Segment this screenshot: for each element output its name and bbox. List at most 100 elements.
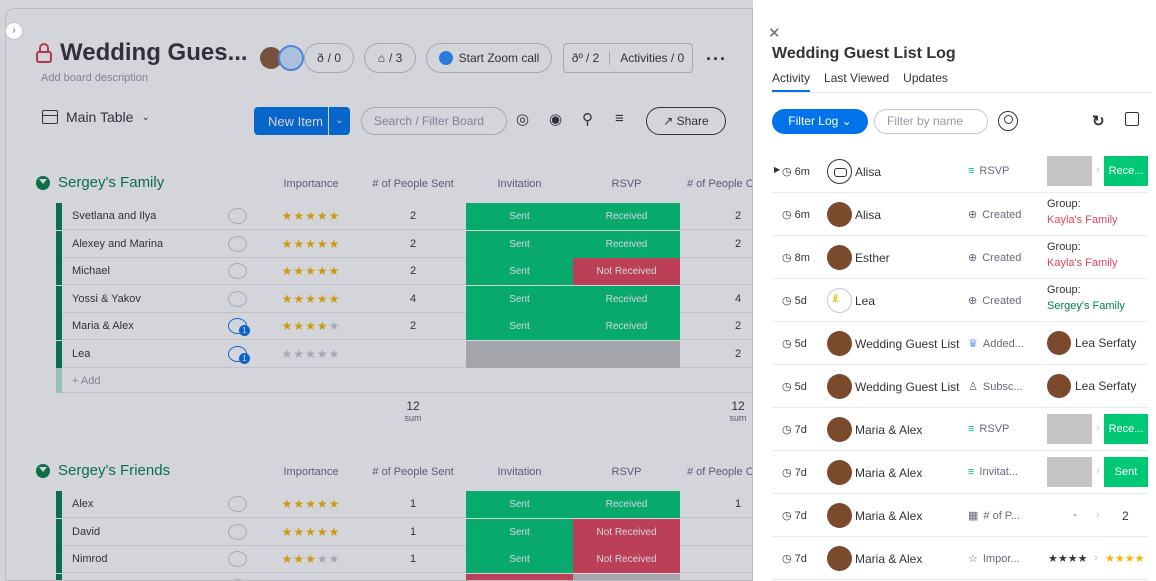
- rsvp-status[interactable]: [573, 573, 680, 580]
- column-header[interactable]: Invitation: [466, 178, 573, 190]
- updates-bubble-icon[interactable]: [228, 208, 247, 224]
- invitation-status[interactable]: Sent: [466, 258, 573, 286]
- person-filter-icon[interactable]: ◎: [516, 110, 529, 128]
- add-item-row[interactable]: + Add: [56, 368, 752, 393]
- item-name[interactable]: Yossi & Yakov: [72, 293, 141, 305]
- pin-icon[interactable]: ⚲: [582, 110, 593, 128]
- table-row[interactable]: David ★★★★★ 1 Sent Not Received: [56, 518, 752, 546]
- people-sent-cell[interactable]: 2: [360, 265, 466, 277]
- rsvp-status[interactable]: Received: [573, 313, 680, 341]
- people-coming-cell[interactable]: 4: [688, 293, 752, 305]
- log-entry[interactable]: 8m Esther ⊕Created Group: Kayla's Family: [772, 236, 1148, 279]
- log-entry[interactable]: 6m Alisa ⊕Created Group: Kayla's Family: [772, 193, 1148, 236]
- invitation-status[interactable]: Sent: [466, 313, 573, 341]
- item-name[interactable]: Alexey and Marina: [72, 238, 163, 250]
- rsvp-status[interactable]: Received: [573, 230, 680, 258]
- updates-bubble-icon[interactable]: [228, 235, 247, 252]
- people-coming-cell[interactable]: 2: [688, 238, 752, 250]
- group-title[interactable]: Sergey's Family: [36, 174, 164, 191]
- table-row[interactable]: Michael ★★★★★ 2 Sent Not Received: [56, 258, 752, 286]
- column-header[interactable]: # of People C: [687, 178, 752, 190]
- log-entry[interactable]: 5d Lea ⊕Created Group: Sergey's Family: [772, 279, 1148, 322]
- people-sent-cell[interactable]: 4: [360, 293, 466, 305]
- tab-last-viewed[interactable]: Last Viewed: [824, 71, 889, 92]
- people-coming-cell[interactable]: 2: [688, 348, 752, 360]
- export-icon[interactable]: [1125, 112, 1139, 126]
- board-avatars[interactable]: [258, 45, 304, 71]
- tab-updates[interactable]: Updates: [903, 71, 948, 92]
- column-header[interactable]: Importance: [262, 178, 360, 190]
- people-sent-cell[interactable]: 1: [360, 526, 466, 538]
- people-coming-cell[interactable]: 1: [688, 498, 752, 510]
- filter-log-button[interactable]: Filter Log ⌄: [772, 109, 868, 134]
- updates-bubble-icon[interactable]: [228, 263, 247, 280]
- chevron-right-icon[interactable]: ›: [5, 22, 23, 40]
- people-coming-cell[interactable]: 2: [688, 320, 752, 332]
- log-entry[interactable]: ▶6m Alisa ≡RSVP › Rece...: [772, 150, 1148, 193]
- invitation-status[interactable]: Sent: [466, 491, 573, 518]
- table-selector[interactable]: Main Table ⌄: [42, 109, 150, 125]
- people-sent-cell[interactable]: 1: [360, 553, 466, 565]
- importance-rating[interactable]: ★★★★★: [262, 552, 360, 566]
- members-activities-box[interactable]: ðº/ 2 Activities / 0: [563, 43, 693, 73]
- table-row[interactable]: Alexey and Marina ★★★★★ 2 Sent Received 2: [56, 230, 752, 258]
- rsvp-status[interactable]: Not Received: [573, 546, 680, 574]
- board-title[interactable]: Wedding Gues...: [60, 39, 248, 67]
- board-description[interactable]: Add board description: [41, 72, 148, 84]
- close-icon[interactable]: ✕: [768, 24, 781, 42]
- people-sent-cell[interactable]: 2: [360, 320, 466, 332]
- importance-rating[interactable]: ★★★★★: [262, 525, 360, 539]
- invitation-status[interactable]: Sent: [466, 285, 573, 313]
- table-row[interactable]: Yossi & Yakov ★★★★★ 4 Sent Received 4: [56, 285, 752, 313]
- importance-rating[interactable]: ★★★★★: [262, 497, 360, 511]
- group-collapse-icon[interactable]: [36, 463, 50, 478]
- invitation-status[interactable]: Sent: [466, 518, 573, 546]
- invitation-status[interactable]: Not Sending: [466, 573, 573, 580]
- log-entry[interactable]: 7d Maria & Alex ≡RSVP › Rece...: [772, 408, 1148, 451]
- invitation-status[interactable]: Sent: [466, 203, 573, 230]
- importance-rating[interactable]: ★★★★★: [262, 237, 360, 251]
- updates-bubble-icon[interactable]: [228, 551, 247, 568]
- table-row[interactable]: Maria & Alex★★★★★2SentReceived2: [56, 313, 752, 341]
- log-entry[interactable]: 7d Maria & Alex ▦# of P... - › 2: [772, 494, 1148, 537]
- chevron-down-icon[interactable]: ⌄: [328, 107, 350, 135]
- column-header[interactable]: Importance: [262, 466, 360, 478]
- rsvp-status[interactable]: Received: [573, 491, 680, 518]
- column-header[interactable]: RSVP: [573, 466, 680, 478]
- rsvp-status[interactable]: Not Received: [573, 518, 680, 546]
- people-sent-cell[interactable]: 2: [360, 210, 466, 222]
- zoom-call-button[interactable]: Start Zoom call: [426, 43, 552, 73]
- log-entry[interactable]: 5d Wedding Guest List ♛Added... Lea Serfaty: [772, 322, 1148, 365]
- share-button[interactable]: ↗ Share: [646, 107, 726, 135]
- importance-rating[interactable]: ★★★★★: [262, 264, 360, 278]
- updates-bubble-icon[interactable]: [228, 496, 247, 512]
- expand-caret-icon[interactable]: ▶: [774, 165, 780, 174]
- table-row[interactable]: Svetlana and Ilya ★★★★★ 2 Sent Received 2: [56, 203, 752, 230]
- updates-button[interactable]: ⌂/ 3: [364, 43, 416, 73]
- importance-rating[interactable]: ★★★★★: [262, 292, 360, 306]
- tab-activity[interactable]: Activity: [772, 71, 811, 92]
- log-entry[interactable]: 7d Maria & Alex ☆Impor... ★★★★ › ★★★★: [772, 537, 1148, 580]
- updates-bubble-icon[interactable]: [228, 523, 247, 540]
- more-options-icon[interactable]: ···: [706, 49, 727, 70]
- invitation-status[interactable]: Sent: [466, 546, 573, 574]
- item-name[interactable]: Svetlana and Ilya: [72, 210, 156, 222]
- table-row[interactable]: Nimrod ★★★★★ 1 Sent Not Received: [56, 546, 752, 574]
- item-name[interactable]: David: [72, 526, 100, 538]
- column-header[interactable]: # of People Sent: [360, 178, 466, 190]
- table-row[interactable]: Alex ★★★★★ 1 Sent Received 1: [56, 491, 752, 518]
- group-collapse-icon[interactable]: [36, 175, 50, 190]
- column-header[interactable]: Invitation: [466, 466, 573, 478]
- log-entry[interactable]: 5d Wedding Guest List ♙Subsc... Lea Serfaty: [772, 365, 1148, 408]
- people-sent-cell[interactable]: 2: [360, 238, 466, 250]
- updates-bubble-icon[interactable]: [228, 318, 250, 337]
- search-input[interactable]: Search / Filter Board: [361, 107, 507, 135]
- filter-icon[interactable]: ≡: [615, 110, 624, 127]
- people-coming-cell[interactable]: 2: [688, 210, 752, 222]
- importance-rating[interactable]: ★★★★★: [262, 347, 360, 361]
- group-title[interactable]: Sergey's Friends: [36, 462, 170, 479]
- person-filter-icon[interactable]: [998, 111, 1018, 131]
- item-name[interactable]: Michael: [72, 265, 110, 277]
- column-header[interactable]: # of People C: [687, 466, 752, 478]
- rsvp-status[interactable]: Received: [573, 203, 680, 230]
